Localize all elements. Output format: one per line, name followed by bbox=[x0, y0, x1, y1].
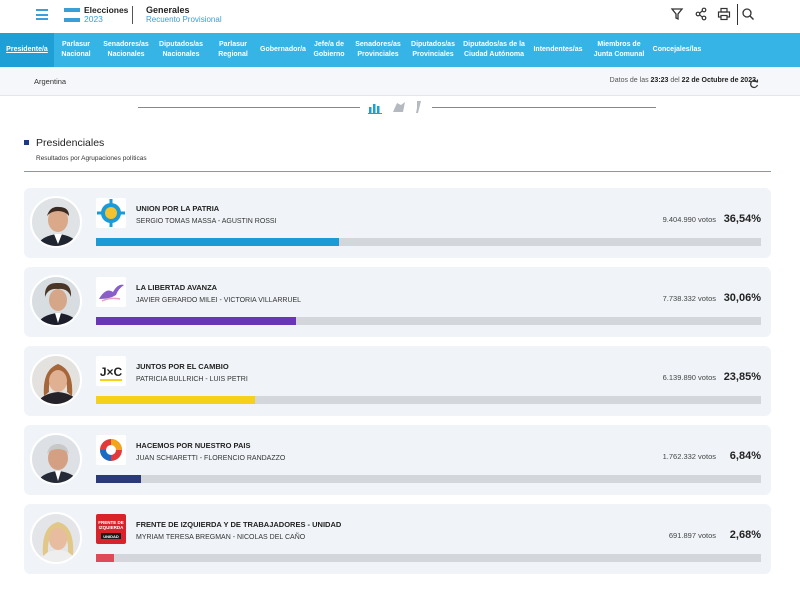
candidate-names: SERGIO TOMAS MASSA - AGUSTIN ROSSI bbox=[136, 218, 277, 225]
party-logo bbox=[96, 277, 126, 307]
filter-icon[interactable] bbox=[670, 7, 684, 21]
vote-percentage: 36,54% bbox=[723, 213, 761, 225]
divider bbox=[737, 4, 738, 25]
brand-year: 2023 bbox=[84, 14, 103, 24]
vote-count: 691.897 votos bbox=[668, 531, 716, 540]
bar-chart-icon[interactable] bbox=[368, 100, 382, 114]
vote-percentage: 6,84% bbox=[729, 450, 761, 462]
search-icon[interactable] bbox=[741, 7, 755, 21]
election-title: Generales bbox=[146, 5, 190, 15]
switcher-line bbox=[432, 107, 656, 108]
result-card[interactable]: HACEMOS POR NUESTRO PAIS JUAN SCHIARETTI… bbox=[24, 425, 771, 495]
vote-percentage: 23,85% bbox=[723, 371, 761, 383]
progress-track bbox=[96, 554, 761, 562]
nav-item[interactable]: Diputados/as Provinciales bbox=[406, 33, 460, 67]
progress-fill bbox=[96, 317, 296, 325]
candidate-avatar bbox=[30, 433, 82, 485]
section-title: Presidenciales bbox=[36, 137, 105, 149]
flag-icon bbox=[64, 8, 80, 22]
progress-fill bbox=[96, 554, 114, 562]
party-name: JUNTOS POR EL CAMBIO bbox=[136, 362, 229, 371]
divider bbox=[132, 6, 133, 24]
menu-icon[interactable] bbox=[36, 9, 48, 20]
party-logo bbox=[96, 435, 126, 465]
section-divider bbox=[24, 171, 771, 172]
svg-text:J×C: J×C bbox=[100, 365, 123, 379]
nav-item[interactable]: Senadores/as Nacionales bbox=[98, 33, 154, 67]
progress-track bbox=[96, 238, 761, 246]
vote-count: 6.139.890 votos bbox=[662, 373, 716, 382]
nav-item[interactable]: Parlasur Regional bbox=[208, 33, 258, 67]
party-name: UNION POR LA PATRIA bbox=[136, 204, 220, 213]
vote-count: 7.738.332 votos bbox=[662, 294, 716, 303]
party-name: LA LIBERTAD AVANZA bbox=[136, 283, 218, 292]
nav-item[interactable]: Diputados/as de la Ciudad Autónoma bbox=[460, 33, 528, 67]
party-logo: J×C bbox=[96, 356, 126, 386]
nav-item[interactable]: Senadores/as Provinciales bbox=[350, 33, 406, 67]
progress-fill bbox=[96, 475, 142, 483]
progress-fill bbox=[96, 396, 255, 404]
nav-item[interactable]: Diputados/as Nacionales bbox=[154, 33, 208, 67]
candidate-avatar bbox=[30, 512, 82, 564]
progress-track bbox=[96, 475, 761, 483]
candidate-names: JUAN SCHIARETTI - FLORENCIO RANDAZZO bbox=[136, 455, 286, 462]
progress-fill bbox=[96, 238, 339, 246]
vote-count: 9.404.990 votos bbox=[662, 215, 716, 224]
candidate-names: JAVIER GERARDO MILEI - VICTORIA VILLARRU… bbox=[136, 297, 302, 304]
result-card[interactable]: UNION POR LA PATRIA SERGIO TOMAS MASSA -… bbox=[24, 188, 771, 258]
candidate-avatar bbox=[30, 275, 82, 327]
print-icon[interactable] bbox=[717, 7, 731, 21]
top-header: Elecciones 2023 Generales Recuento Provi… bbox=[0, 0, 800, 33]
candidate-names: PATRICIA BULLRICH - LUIS PETRI bbox=[136, 376, 248, 383]
nav-item[interactable]: Parlasur Nacional bbox=[54, 33, 98, 67]
election-subtitle: Recuento Provisional bbox=[146, 15, 222, 24]
nav-item[interactable]: Jefe/a de Gobierno bbox=[308, 33, 350, 67]
party-logo bbox=[96, 198, 126, 228]
refresh-icon[interactable] bbox=[749, 76, 759, 89]
candidate-avatar bbox=[30, 354, 82, 406]
party-name: HACEMOS POR NUESTRO PAIS bbox=[136, 441, 251, 450]
vote-count: 1.762.332 votos bbox=[662, 452, 716, 461]
section-subtitle: Resultados por Agrupaciones políticas bbox=[36, 155, 147, 162]
map-icon[interactable] bbox=[392, 100, 406, 114]
nav-item[interactable]: Miembros de Junta Comunal bbox=[588, 33, 650, 67]
result-card[interactable]: LA LIBERTAD AVANZA JAVIER GERARDO MILEI … bbox=[24, 267, 771, 337]
candidate-names: MYRIAM TERESA BREGMAN - NICOLAS DEL CAÑO bbox=[136, 534, 306, 541]
vote-percentage: 2,68% bbox=[729, 529, 761, 541]
svg-text:IZQUIERDA: IZQUIERDA bbox=[99, 525, 125, 530]
progress-track bbox=[96, 317, 761, 325]
section-bullet bbox=[24, 140, 29, 145]
svg-text:UNIDAD: UNIDAD bbox=[103, 534, 119, 539]
result-card[interactable]: J×C JUNTOS POR EL CAMBIO PATRICIA BULLRI… bbox=[24, 346, 771, 416]
progress-track bbox=[96, 396, 761, 404]
last-update: Datos de las 23:23 del 22 de Octubre de … bbox=[609, 77, 756, 84]
result-card[interactable]: FRENTE DE IZQUIERDA UNIDAD FRENTE DE IZQUI… bbox=[24, 504, 771, 574]
party-name: FRENTE DE IZQUIERDA Y DE TRABAJADORES - … bbox=[136, 520, 342, 529]
argentina-map-icon[interactable] bbox=[412, 100, 426, 114]
candidate-avatar bbox=[30, 196, 82, 248]
vote-percentage: 30,06% bbox=[723, 292, 761, 304]
switcher-line bbox=[138, 107, 360, 108]
country-label: Argentina bbox=[34, 77, 67, 86]
nav-item[interactable]: Presidente/a bbox=[0, 33, 54, 67]
share-icon[interactable] bbox=[694, 7, 708, 21]
nav-item[interactable]: Gobernador/a bbox=[258, 33, 308, 67]
nav-item[interactable]: Intendentes/as bbox=[528, 33, 588, 67]
party-logo: FRENTE DE IZQUIERDA UNIDAD bbox=[96, 514, 126, 544]
category-nav: Presidente/a Parlasur Nacional Senadores/a… bbox=[0, 33, 800, 67]
nav-item[interactable]: Concejales/las bbox=[650, 33, 704, 67]
location-bar: Argentina Datos de las 23:23 del 22 de O… bbox=[0, 67, 800, 96]
